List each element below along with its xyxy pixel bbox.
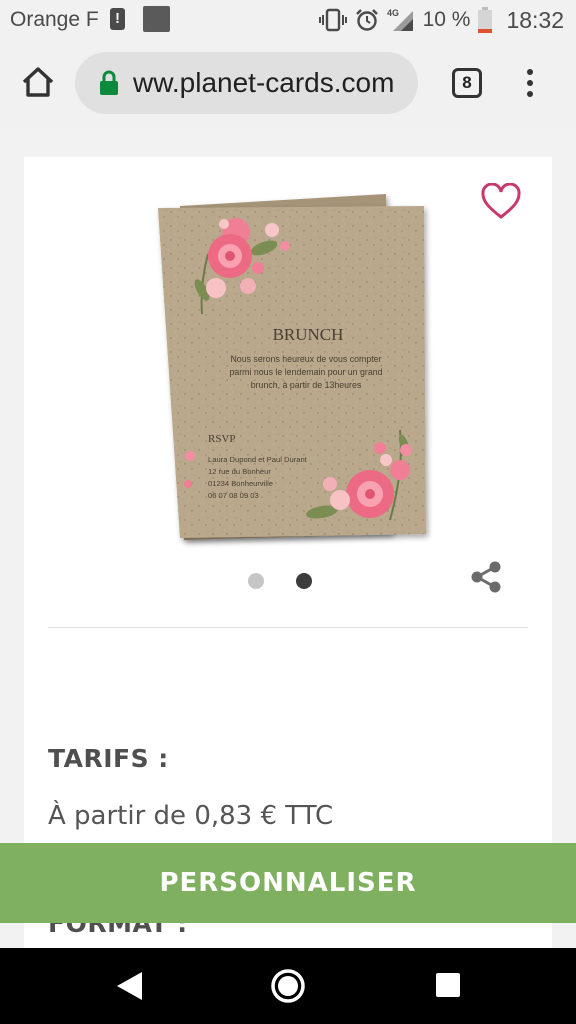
lock-icon [100,70,118,95]
home-circle-icon[interactable] [270,968,306,1004]
card-contact-line: 12 rue du Bonheur [208,467,271,476]
card-contact-line: 01234 Bonheurville [208,479,273,488]
overflow-menu-button[interactable] [516,66,544,100]
pricing-title: TARIFS : [48,744,169,773]
android-navigation-bar [0,948,576,1024]
status-bar: Orange F ! 4G 10 % 18:32 [0,0,576,40]
product-card: BRUNCH Nous serons heureux de vous compt… [24,157,552,948]
carousel-dot[interactable] [248,573,264,589]
share-button[interactable] [469,560,503,594]
home-icon [22,67,54,97]
menu-dot-icon [527,80,533,86]
menu-dot-icon [527,69,533,75]
card-text-line: parmi nous le lendemain pour un grand [229,367,382,377]
carousel-dot-active[interactable] [296,573,312,589]
carrier-name: Orange F [10,8,99,31]
divider [48,627,528,628]
web-page: ​ [0,128,576,948]
browser-toolbar: ww.planet-cards.com 8 [0,40,576,128]
heart-icon [481,182,521,219]
card-contact-line: 06 07 08 09 03 [208,491,259,500]
alarm-icon [355,9,378,31]
home-button[interactable] [18,62,58,102]
system-icons: 4G 10 % 18:32 [318,5,564,35]
favorite-button[interactable] [480,182,522,221]
vibrate-icon [318,8,347,32]
personalise-button[interactable]: PERSONNALISER [0,843,576,923]
card-rsvp: RSVP [208,433,236,445]
card-text-line: Nous serons heureux de vous compter [230,354,381,364]
back-icon[interactable] [114,970,144,1002]
product-image[interactable]: BRUNCH Nous serons heureux de vous compt… [154,194,434,554]
price-text: À partir de 0,83 € TTC [48,801,334,831]
card-text-line: brunch, à partir de 13heures [251,380,362,390]
signal-icon: 4G [387,8,413,31]
battery-percent: 10 % [422,8,471,31]
carousel-indicator [248,573,312,589]
card-contact-line: Laura Dupond et Paul Durant [208,455,308,464]
clock: 18:32 [506,6,564,33]
svg-text:4G: 4G [387,8,399,18]
menu-dot-icon [527,91,533,97]
share-icon [471,561,501,593]
alert-notification-icon: ! [110,8,125,30]
tab-switcher-button[interactable]: 8 [452,68,482,98]
battery-icon [478,7,493,33]
address-bar[interactable]: ww.planet-cards.com [75,52,418,114]
recents-icon[interactable] [436,973,460,997]
card-title: BRUNCH [273,325,344,344]
image-notification-icon [143,6,170,32]
url-text: ww.planet-cards.com [133,67,395,98]
